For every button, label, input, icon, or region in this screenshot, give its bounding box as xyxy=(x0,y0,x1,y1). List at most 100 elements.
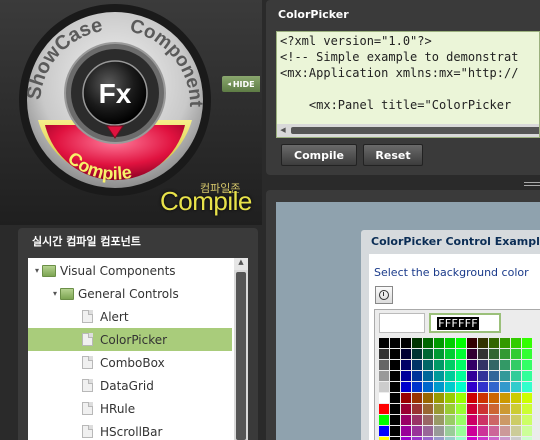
code-panel: ColorPicker <?xml version="1.0"?> <!-- S… xyxy=(266,0,540,175)
tree-item-hscrollbar[interactable]: HScrollBar xyxy=(28,420,232,440)
swatch-cell xyxy=(390,338,400,348)
swatch-cell xyxy=(379,382,389,392)
swatch-cell xyxy=(390,371,400,381)
swatch-cell xyxy=(489,360,499,370)
chevron-down-icon[interactable]: ▾ xyxy=(32,266,42,275)
instruction-text: Select the background color xyxy=(374,266,529,279)
swatch-cell xyxy=(511,404,521,414)
panel-resize-grip[interactable] xyxy=(524,182,540,188)
swatch-cell xyxy=(445,371,455,381)
swatch-cell xyxy=(445,382,455,392)
swatch-cell xyxy=(445,393,455,403)
tree-item-label: Alert xyxy=(100,309,129,324)
tree-item-label: DataGrid xyxy=(100,378,154,393)
swatch-cell xyxy=(401,382,411,392)
tree-item-colorpicker[interactable]: ColorPicker xyxy=(28,328,232,351)
compile-button[interactable]: Compile xyxy=(281,144,357,166)
swatch-cell xyxy=(456,360,466,370)
source-code-editor[interactable]: <?xml version="1.0"?> <!-- Simple exampl… xyxy=(276,31,540,138)
folder-icon xyxy=(42,264,56,277)
swatch-cell xyxy=(445,338,455,348)
chevron-left-icon: ◂ xyxy=(227,80,231,88)
tree-item-hrule[interactable]: HRule xyxy=(28,397,232,420)
swatch-cell xyxy=(500,349,510,359)
example-card-title: ColorPicker Control Example xyxy=(371,235,540,248)
swatch-cell xyxy=(390,415,400,425)
tree-item-alert[interactable]: Alert xyxy=(28,305,232,328)
swatch-cell xyxy=(500,404,510,414)
tree-item-datagrid[interactable]: DataGrid xyxy=(28,374,232,397)
swatch-cell xyxy=(390,404,400,414)
code-horizontal-scrollbar[interactable]: ◀ xyxy=(277,124,539,137)
swatch-cell xyxy=(522,371,532,381)
scrollbar-thumb[interactable] xyxy=(291,127,539,134)
swatch-cell xyxy=(467,393,477,403)
scrollbar-thumb[interactable] xyxy=(236,272,246,440)
reset-button[interactable]: Reset xyxy=(363,144,423,166)
swatch-cell xyxy=(489,371,499,381)
tree-item-label: ColorPicker xyxy=(100,332,168,347)
hex-color-input[interactable]: FFFFFF xyxy=(429,313,501,333)
color-picker-button[interactable] xyxy=(375,286,393,304)
document-icon xyxy=(82,402,93,415)
scroll-left-icon[interactable]: ◀ xyxy=(277,124,289,137)
tree-panel-title: 실시간 컴파일 컴포넌트 xyxy=(32,235,141,248)
swatch-cell xyxy=(511,371,521,381)
tree-item-general-controls[interactable]: ▾ General Controls xyxy=(28,282,232,305)
swatch-cell xyxy=(423,415,433,425)
swatch-cell xyxy=(489,338,499,348)
scroll-up-icon[interactable]: ▲ xyxy=(234,258,248,270)
swatch-cell xyxy=(390,360,400,370)
tree-item-combobox[interactable]: ComboBox xyxy=(28,351,232,374)
swatch-cell xyxy=(489,404,499,414)
tree-vertical-scrollbar[interactable]: ▲ xyxy=(234,258,248,440)
hide-button[interactable]: ◂ HIDE xyxy=(222,76,260,92)
swatch-cell xyxy=(412,371,422,381)
swatch-cell xyxy=(434,371,444,381)
swatch-cell xyxy=(379,426,389,436)
swatch-cell xyxy=(467,349,477,359)
swatch-cell xyxy=(390,382,400,392)
swatch-cell xyxy=(423,393,433,403)
chevron-down-icon[interactable]: ▾ xyxy=(50,289,60,298)
code-panel-title: ColorPicker xyxy=(278,8,349,21)
swatch-cell xyxy=(478,360,488,370)
swatch-cell xyxy=(390,426,400,436)
swatch-cell xyxy=(401,371,411,381)
swatch-cell xyxy=(511,349,521,359)
swatch-cell xyxy=(379,360,389,370)
swatch-cell xyxy=(489,415,499,425)
document-icon xyxy=(82,356,93,369)
swatch-cell xyxy=(456,393,466,403)
swatch-cell xyxy=(522,426,532,436)
swatch-cell xyxy=(434,360,444,370)
swatch-cell xyxy=(522,393,532,403)
swatch-cell xyxy=(478,426,488,436)
swatch-cell xyxy=(467,360,477,370)
app-root: ShowCase Component Compile Fx ◂ HIDE 컴파일… xyxy=(0,0,540,440)
color-swatch-grid[interactable] xyxy=(379,338,540,440)
swatch-cell xyxy=(445,415,455,425)
swatch-cell xyxy=(445,360,455,370)
swatch-cell xyxy=(456,415,466,425)
swatch-cell xyxy=(412,404,422,414)
swatch-cell xyxy=(511,415,521,425)
swatch-cell xyxy=(500,360,510,370)
swatch-cell xyxy=(379,371,389,381)
swatch-cell xyxy=(423,338,433,348)
logo-panel: ShowCase Component Compile Fx ◂ HIDE 컴파일… xyxy=(0,0,262,225)
swatch-cell xyxy=(456,426,466,436)
swatch-cell xyxy=(434,349,444,359)
swatch-cell xyxy=(379,393,389,403)
swatch-cell xyxy=(467,338,477,348)
color-preview xyxy=(379,313,425,333)
swatch-cell xyxy=(434,338,444,348)
colorpicker-example-card: ColorPicker Control Example Select the b… xyxy=(361,230,540,440)
swatch-cell xyxy=(467,404,477,414)
tree-item-visual-components[interactable]: ▾ Visual Components xyxy=(28,259,232,282)
swatch-cell xyxy=(467,426,477,436)
swatch-cell xyxy=(379,415,389,425)
code-line: <mx:Application xmlns:mx="http:// xyxy=(280,66,519,80)
swatch-cell xyxy=(489,393,499,403)
swatch-cell xyxy=(412,349,422,359)
